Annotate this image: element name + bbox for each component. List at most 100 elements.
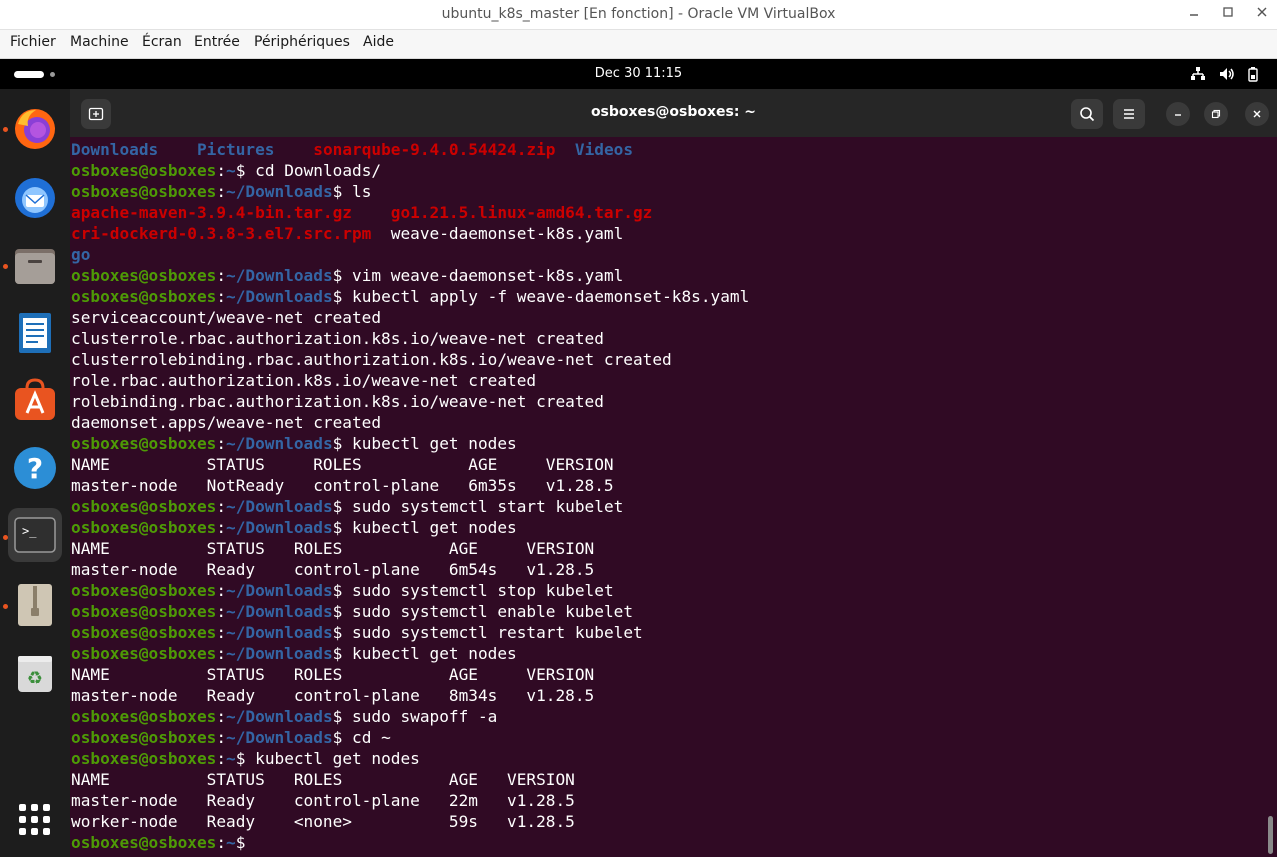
menu-fichier[interactable]: Fichier bbox=[10, 34, 56, 50]
firefox-launcher[interactable] bbox=[8, 102, 62, 156]
archive-name: go1.21.5.linux-amd64.tar.gz bbox=[390, 203, 653, 222]
output-text: daemonset.apps/weave-net created bbox=[71, 413, 382, 432]
terminal-line: osboxes@osboxes:~/Downloads$ kubectl get… bbox=[71, 517, 1261, 538]
restore-icon bbox=[1211, 109, 1221, 119]
menu-aide[interactable]: Aide bbox=[363, 34, 394, 50]
prompt-user: osboxes@osboxes bbox=[71, 581, 217, 600]
terminal-scrollbar[interactable] bbox=[1268, 816, 1273, 854]
output-text: : bbox=[216, 497, 227, 516]
archive-name: sonarqube-9.4.0.54424.zip bbox=[313, 140, 556, 159]
prompt-user: osboxes@osboxes bbox=[71, 833, 217, 852]
terminal-line: osboxes@osboxes:~/Downloads$ sudo system… bbox=[71, 580, 1261, 601]
files-icon bbox=[15, 249, 55, 284]
output-text: : bbox=[216, 707, 227, 726]
terminal-window[interactable]: osboxes@osboxes: ~ Downloads Pictures so… bbox=[70, 89, 1277, 857]
output-text: $ kubectl apply -f weave-daemonset-k8s.y… bbox=[332, 287, 750, 306]
output-text: $ sudo systemctl start kubelet bbox=[332, 497, 624, 516]
output-text: NAME STATUS ROLES AGE VERSION bbox=[71, 539, 595, 558]
menu-button[interactable] bbox=[1113, 99, 1145, 129]
close-button[interactable] bbox=[1245, 102, 1269, 126]
trash-launcher[interactable]: ♻ bbox=[8, 646, 62, 700]
prompt-path: ~ bbox=[226, 833, 236, 852]
prompt-user: osboxes@osboxes bbox=[71, 161, 217, 180]
prompt-path: ~/Downloads bbox=[226, 644, 333, 663]
output-text: NAME STATUS ROLES AGE VERSION bbox=[71, 770, 575, 789]
menu-ecran[interactable]: Écran bbox=[142, 34, 182, 50]
thunderbird-launcher[interactable] bbox=[8, 170, 62, 224]
search-button[interactable] bbox=[1071, 99, 1103, 129]
minimize-icon bbox=[1175, 114, 1181, 116]
close-icon[interactable] bbox=[1251, 4, 1273, 26]
terminal-line: apache-maven-3.9.4-bin.tar.gz go1.21.5.l… bbox=[71, 202, 1261, 223]
prompt-user: osboxes@osboxes bbox=[71, 707, 217, 726]
output-text: : bbox=[216, 581, 227, 600]
output-text: NAME STATUS ROLES AGE VERSION bbox=[71, 665, 595, 684]
terminal-line: osboxes@osboxes:~$ cd Downloads/ bbox=[71, 160, 1261, 181]
output-text: : bbox=[216, 602, 227, 621]
prompt-path: ~/Downloads bbox=[226, 287, 333, 306]
prompt-path: ~ bbox=[226, 161, 236, 180]
output-text: $ cd ~ bbox=[332, 728, 391, 747]
minimize-button[interactable] bbox=[1166, 102, 1190, 126]
menu-machine[interactable]: Machine bbox=[70, 34, 129, 50]
terminal-line: master-node Ready control-plane 6m54s v1… bbox=[71, 559, 1261, 580]
files-launcher[interactable] bbox=[8, 238, 62, 292]
network-icon[interactable] bbox=[1190, 66, 1206, 87]
dir-name: go bbox=[71, 245, 91, 264]
close-icon bbox=[1253, 110, 1261, 118]
menu-peripheriques[interactable]: Périphériques bbox=[254, 34, 350, 50]
prompt-path: ~/Downloads bbox=[226, 707, 333, 726]
archive-name: apache-maven-3.9.4-bin.tar.gz bbox=[71, 203, 352, 222]
output-text: : bbox=[216, 728, 227, 747]
archive-name: cri-dockerd-0.3.8-3.el7.src.rpm bbox=[71, 224, 372, 243]
firefox-icon bbox=[15, 109, 55, 149]
app-center-launcher[interactable] bbox=[8, 373, 62, 427]
prompt-user: osboxes@osboxes bbox=[71, 728, 217, 747]
help-launcher[interactable]: ? bbox=[8, 441, 62, 495]
clock[interactable]: Dec 30 11:15 bbox=[0, 66, 1277, 81]
output-text: : bbox=[216, 266, 227, 285]
terminal-output[interactable]: Downloads Pictures sonarqube-9.4.0.54424… bbox=[71, 139, 1261, 853]
output-text: $ kubectl get nodes bbox=[332, 644, 517, 663]
minimize-icon[interactable] bbox=[1183, 4, 1205, 26]
show-apps-button[interactable] bbox=[8, 793, 62, 847]
volume-icon[interactable] bbox=[1219, 66, 1235, 87]
terminal-launcher[interactable]: >_ bbox=[8, 508, 62, 562]
archive-launcher[interactable] bbox=[8, 578, 62, 632]
output-text: NAME STATUS ROLES AGE VERSION bbox=[71, 455, 614, 474]
libreoffice-writer-icon bbox=[19, 313, 51, 353]
output-text: weave-daemonset-k8s.yaml bbox=[371, 224, 624, 243]
output-text: $ kubectl get nodes bbox=[235, 749, 420, 768]
terminal-line: Downloads Pictures sonarqube-9.4.0.54424… bbox=[71, 139, 1261, 160]
terminal-line: go bbox=[71, 244, 1261, 265]
output-text: : bbox=[216, 644, 227, 663]
output-text: : bbox=[216, 518, 227, 537]
terminal-line: osboxes@osboxes:~/Downloads$ vim weave-d… bbox=[71, 265, 1261, 286]
prompt-path: ~/Downloads bbox=[226, 182, 333, 201]
prompt-user: osboxes@osboxes bbox=[71, 749, 217, 768]
output-text: worker-node Ready <none> 59s v1.28.5 bbox=[71, 812, 575, 831]
output-text: : bbox=[216, 833, 227, 852]
output-text: $ sudo swapoff -a bbox=[332, 707, 498, 726]
output-text: $ kubectl get nodes bbox=[332, 434, 517, 453]
writer-launcher[interactable] bbox=[8, 306, 62, 360]
maximize-icon[interactable] bbox=[1217, 4, 1239, 26]
output-text: serviceaccount/weave-net created bbox=[71, 308, 382, 327]
terminal-line: clusterrolebinding.rbac.authorization.k8… bbox=[71, 349, 1261, 370]
dir-name: Videos bbox=[574, 140, 634, 159]
output-text: $ ls bbox=[332, 182, 372, 201]
vbox-titlebar: ubuntu_k8s_master [En fonction] - Oracle… bbox=[0, 0, 1277, 30]
output-text: : bbox=[216, 623, 227, 642]
terminal-line: NAME STATUS ROLES AGE VERSION bbox=[71, 769, 1261, 790]
terminal-headerbar: osboxes@osboxes: ~ bbox=[70, 89, 1277, 137]
prompt-user: osboxes@osboxes bbox=[71, 518, 217, 537]
terminal-line: osboxes@osboxes:~/Downloads$ sudo swapof… bbox=[71, 706, 1261, 727]
prompt-user: osboxes@osboxes bbox=[71, 602, 217, 621]
menu-entree[interactable]: Entrée bbox=[194, 34, 240, 50]
output-text: role.rbac.authorization.k8s.io/weave-net… bbox=[71, 371, 537, 390]
battery-icon[interactable] bbox=[1245, 66, 1261, 87]
restore-button[interactable] bbox=[1204, 102, 1228, 126]
terminal-line: NAME STATUS ROLES AGE VERSION bbox=[71, 664, 1261, 685]
show-apps-icon bbox=[19, 804, 50, 835]
